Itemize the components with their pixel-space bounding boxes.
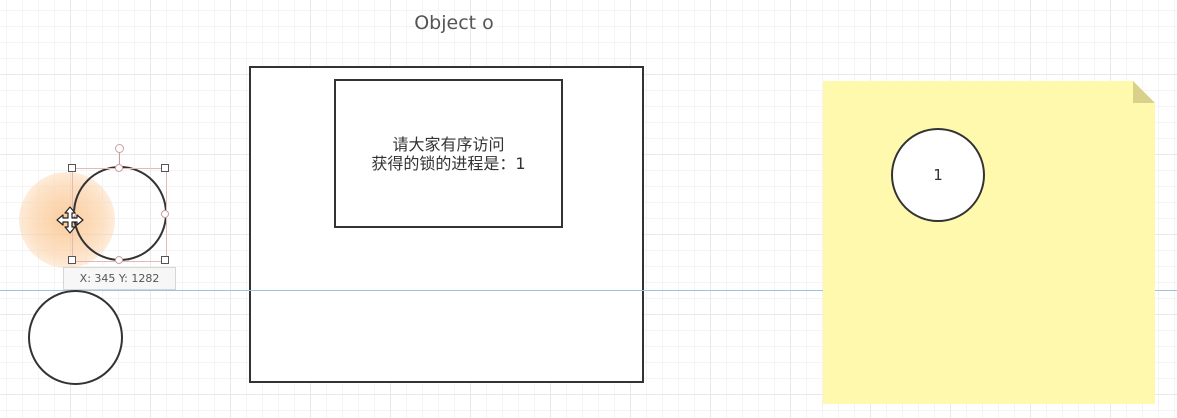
diagram-title: Object o [414,12,494,34]
process-circle-in-note[interactable]: 1 [891,128,985,222]
diagram-canvas[interactable]: Object o 请大家有序访问 获得的锁的进程是：1 1 X: 345 Y: … [0,0,1177,418]
selection-box [72,168,167,262]
lock-status-box[interactable]: 请大家有序访问 获得的锁的进程是：1 [334,79,563,228]
resize-handle-top-left[interactable] [68,164,76,172]
rotate-handle[interactable] [115,144,124,153]
resize-handle-bottom-right[interactable] [161,256,169,264]
resize-handle-top-right[interactable] [161,164,169,172]
waiting-process-circle[interactable] [28,290,123,385]
resize-handle-bottom-left[interactable] [68,256,76,264]
lock-status-line1: 请大家有序访问 [392,134,505,154]
resize-handle-top[interactable] [115,164,123,172]
process-circle-label: 1 [933,166,943,184]
resize-handle-right[interactable] [161,210,169,218]
lock-status-line2: 获得的锁的进程是：1 [371,153,526,173]
sticky-note[interactable] [823,81,1155,404]
move-cursor-icon [56,206,84,234]
coordinates-tooltip: X: 345 Y: 1282 [63,267,176,290]
sticky-note-fold [1133,81,1155,103]
resize-handle-bottom[interactable] [115,256,123,264]
